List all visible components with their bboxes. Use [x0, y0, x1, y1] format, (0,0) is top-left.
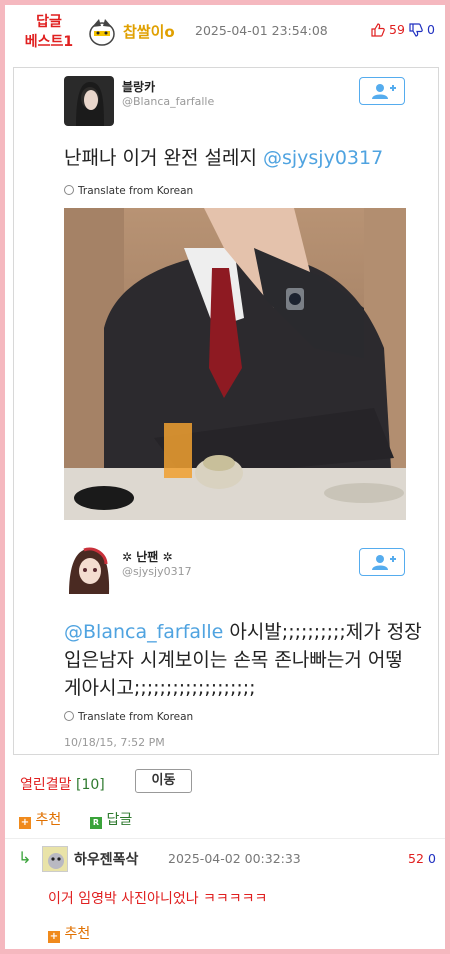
post-timestamp: 2025-04-01 23:54:08	[195, 23, 328, 38]
reply-button[interactable]: R 답글	[90, 809, 132, 829]
tweet2-date: 10/18/15, 7:52 PM	[64, 736, 165, 749]
comment-recommend-button[interactable]: + 추천	[48, 923, 90, 943]
upvote-count: 59	[389, 22, 405, 37]
badge-line-1: 답글	[36, 14, 62, 30]
add-user-icon	[372, 84, 396, 99]
comment-timestamp: 2025-04-02 00:32:33	[168, 851, 301, 866]
downvote-count: 0	[427, 22, 435, 37]
reply-icon: R	[90, 817, 102, 829]
recommend-button[interactable]: + 추천	[19, 809, 61, 829]
plus-icon: +	[48, 931, 60, 943]
tweet1-avatar	[64, 76, 114, 126]
tweet2-handle: @sjysjy0317	[122, 565, 192, 578]
tweet-photo	[64, 208, 406, 520]
tweet1-mention[interactable]: @sjysjy0317	[263, 147, 383, 169]
tweet1-translate[interactable]: Translate from Korean	[64, 185, 193, 197]
divider	[5, 838, 445, 839]
tweet2-text: @Blanca_farfalle 아시발;;;;;;;;;;제가 정장 입은남자…	[64, 621, 422, 699]
tweet1-name: 블랑카	[122, 80, 156, 94]
tweet1-follow-button[interactable]	[359, 77, 405, 105]
post-header: 답글 베스트1 찹쌀이o 2025-04-01 23:54:08 59 0	[5, 5, 445, 61]
comment-upvote-count: 52	[408, 851, 424, 866]
comment-text: 이거 임영박 사진아니었나 ㅋㅋㅋㅋㅋ	[48, 891, 268, 907]
tweet2-mention[interactable]: @Blanca_farfalle	[64, 621, 223, 643]
tweet2-avatar	[64, 544, 114, 594]
reply-arrow-icon: ↳	[18, 848, 32, 867]
badge-line-2: 베스트1	[24, 34, 74, 50]
post-image: 블랑카 @Blanca_farfalle 난패나 이거 완전 설레지 @sjys…	[13, 67, 439, 755]
globe-icon	[64, 185, 74, 195]
add-user-icon	[372, 555, 396, 570]
author-name[interactable]: 찹쌀이o	[123, 21, 175, 42]
tweet2-follow-button[interactable]	[359, 548, 405, 576]
tweet1-text: 난패나 이거 완전 설레지 @sjysjy0317	[64, 147, 384, 169]
author-avatar[interactable]	[87, 17, 117, 47]
tweet1-handle: @Blanca_farfalle	[122, 95, 215, 108]
best-reply-badge: 답글 베스트1	[15, 12, 83, 52]
tweet2-translate[interactable]: Translate from Korean	[64, 711, 193, 723]
comment-author[interactable]: 하우젠폭삭	[74, 849, 138, 869]
comment-downvote-count: 0	[428, 851, 436, 866]
globe-icon	[64, 711, 74, 721]
plus-icon: +	[19, 817, 31, 829]
tweet2-name: ✲ 난팬 ✲	[122, 550, 173, 564]
board-link[interactable]: 열린결말 [10]	[20, 774, 105, 794]
comment-avatar[interactable]	[42, 846, 68, 872]
thumbs-down-icon[interactable]	[409, 23, 423, 37]
thumbs-up-icon[interactable]	[371, 23, 385, 37]
move-button[interactable]: 이동	[135, 769, 192, 793]
